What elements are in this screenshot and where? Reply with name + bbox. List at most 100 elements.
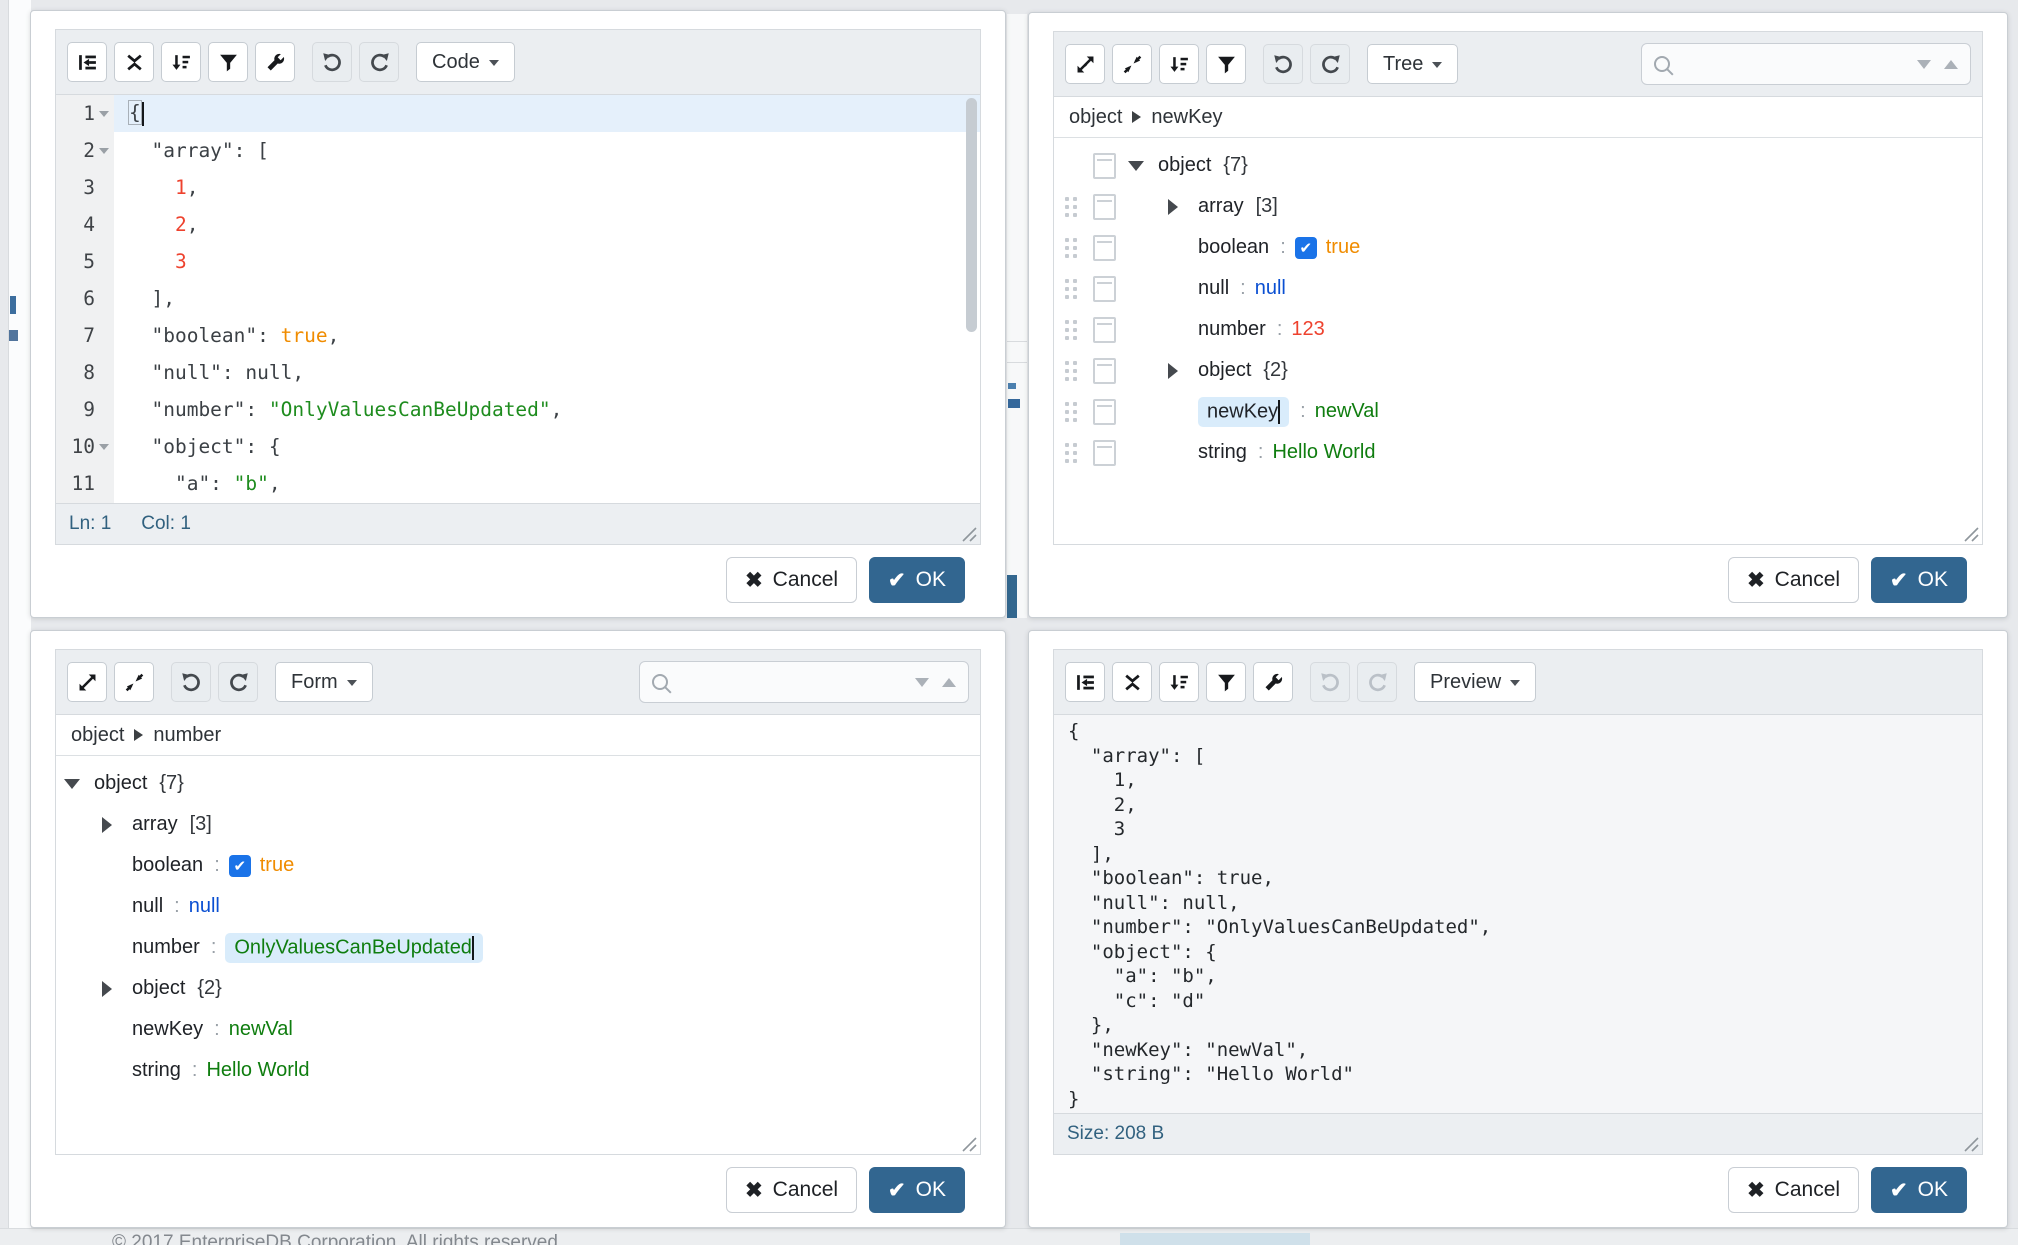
node-key[interactable]: number (1198, 318, 1266, 341)
compact-json-button[interactable] (114, 42, 154, 82)
search-prev-icon[interactable] (942, 678, 956, 687)
boolean-checkbox[interactable]: ✔ (1295, 237, 1317, 259)
code-line[interactable]: 1{ (56, 95, 980, 132)
tree-row[interactable]: null:null (56, 886, 980, 927)
compact-json-button[interactable] (1112, 662, 1152, 702)
ok-button[interactable]: ✔ OK (869, 557, 965, 603)
cancel-button[interactable]: ✖ Cancel (726, 557, 857, 603)
filter-button[interactable] (1206, 662, 1246, 702)
node-key[interactable]: null (1198, 277, 1229, 300)
node-key[interactable]: boolean (1198, 236, 1269, 259)
node-key[interactable]: newKey (132, 1018, 203, 1041)
node-menu-icon[interactable] (1093, 194, 1116, 220)
collapse-caret-icon[interactable] (1128, 161, 1144, 171)
node-value[interactable]: Hello World (1272, 441, 1375, 464)
drag-handle-icon[interactable] (1065, 320, 1077, 340)
breadcrumb-item[interactable]: object (1069, 106, 1122, 129)
cancel-button[interactable]: ✖ Cancel (1728, 557, 1859, 603)
node-value[interactable]: 123 (1291, 318, 1324, 341)
drag-handle-icon[interactable] (1065, 361, 1077, 381)
node-menu-icon[interactable] (1093, 153, 1116, 179)
node-value[interactable]: null (1255, 277, 1286, 300)
undo-button[interactable] (1263, 44, 1303, 84)
fold-caret-icon[interactable] (99, 444, 109, 450)
ok-button[interactable]: ✔ OK (1871, 557, 1967, 603)
resize-handle-icon[interactable] (962, 527, 977, 542)
node-menu-icon[interactable] (1093, 440, 1116, 466)
format-json-button[interactable] (1065, 662, 1105, 702)
node-key[interactable]: object (132, 977, 185, 1000)
tree-row[interactable]: null:null (1054, 268, 1982, 309)
tree-row[interactable]: array[3] (56, 804, 980, 845)
code-line[interactable]: 4 2, (56, 206, 980, 243)
tree-row[interactable]: array[3] (1054, 186, 1982, 227)
node-key[interactable]: array (132, 813, 178, 836)
code-line[interactable]: 5 3 (56, 243, 980, 280)
boolean-checkbox[interactable]: ✔ (229, 855, 251, 877)
mode-select-preview[interactable]: Preview (1414, 662, 1536, 702)
search-prev-icon[interactable] (1944, 60, 1958, 69)
tree-row[interactable]: object{7} (1054, 145, 1982, 186)
breadcrumb-item[interactable]: newKey (1151, 106, 1222, 129)
expand-caret-icon[interactable] (1168, 199, 1178, 215)
expand-caret-icon[interactable] (1168, 363, 1178, 379)
cancel-button[interactable]: ✖ Cancel (726, 1167, 857, 1213)
tree-row[interactable]: object{2} (56, 968, 980, 1009)
search-input[interactable] (677, 670, 906, 694)
node-value[interactable]: newVal (229, 1018, 293, 1041)
code-editor-area[interactable]: 1{2 "array": [3 1,4 2,5 36 ],7 "boolean"… (56, 95, 980, 503)
collapse-all-button[interactable] (1112, 44, 1152, 84)
mode-select-form[interactable]: Form (275, 662, 373, 702)
node-menu-icon[interactable] (1093, 317, 1116, 343)
cancel-button[interactable]: ✖ Cancel (1728, 1167, 1859, 1213)
tree-row[interactable]: string:Hello World (56, 1050, 980, 1091)
ok-button[interactable]: ✔ OK (1871, 1167, 1967, 1213)
code-line[interactable]: 6 ], (56, 280, 980, 317)
code-line[interactable]: 2 "array": [ (56, 132, 980, 169)
filter-button[interactable] (1206, 44, 1246, 84)
redo-button[interactable] (1310, 44, 1350, 84)
search-next-icon[interactable] (915, 678, 929, 687)
node-menu-icon[interactable] (1093, 235, 1116, 261)
drag-handle-icon[interactable] (1065, 402, 1077, 422)
vertical-scrollbar-thumb[interactable] (966, 98, 977, 332)
redo-button[interactable] (1357, 662, 1397, 702)
node-menu-icon[interactable] (1093, 358, 1116, 384)
ok-button[interactable]: ✔ OK (869, 1167, 965, 1213)
tree-row[interactable]: string:Hello World (1054, 432, 1982, 473)
tree-row[interactable]: number:OnlyValuesCanBeUpdated (56, 927, 980, 968)
node-key[interactable]: object (1158, 154, 1211, 177)
code-line[interactable]: 7 "boolean": true, (56, 317, 980, 354)
node-value[interactable]: true (1326, 236, 1360, 259)
code-line[interactable]: 11 "a": "b", (56, 465, 980, 502)
node-key[interactable]: string (1198, 441, 1247, 464)
redo-button[interactable] (359, 42, 399, 82)
expand-all-button[interactable] (1065, 44, 1105, 84)
node-key[interactable]: string (132, 1059, 181, 1082)
expand-caret-icon[interactable] (102, 817, 112, 833)
code-line[interactable]: 8 "null": null, (56, 354, 980, 391)
fold-caret-icon[interactable] (99, 111, 109, 117)
sort-button[interactable] (1159, 44, 1199, 84)
tree-row[interactable]: object{2} (1054, 350, 1982, 391)
collapse-all-button[interactable] (114, 662, 154, 702)
expand-caret-icon[interactable] (102, 981, 112, 997)
code-line[interactable]: 9 "number": "OnlyValuesCanBeUpdated", (56, 391, 980, 428)
node-value[interactable]: null (189, 895, 220, 918)
undo-button[interactable] (171, 662, 211, 702)
drag-handle-icon[interactable] (1065, 238, 1077, 258)
resize-handle-icon[interactable] (1964, 1137, 1979, 1152)
drag-handle-icon[interactable] (1065, 443, 1077, 463)
node-menu-icon[interactable] (1093, 276, 1116, 302)
filter-button[interactable] (208, 42, 248, 82)
repair-button[interactable] (1253, 662, 1293, 702)
resize-handle-icon[interactable] (1964, 527, 1979, 542)
tree-row[interactable]: boolean:✔true (1054, 227, 1982, 268)
undo-button[interactable] (312, 42, 352, 82)
node-value[interactable]: Hello World (206, 1059, 309, 1082)
node-key[interactable]: boolean (132, 854, 203, 877)
node-key[interactable]: number (132, 936, 200, 959)
node-value[interactable]: newVal (1315, 400, 1379, 423)
code-line[interactable]: 3 1, (56, 169, 980, 206)
redo-button[interactable] (218, 662, 258, 702)
